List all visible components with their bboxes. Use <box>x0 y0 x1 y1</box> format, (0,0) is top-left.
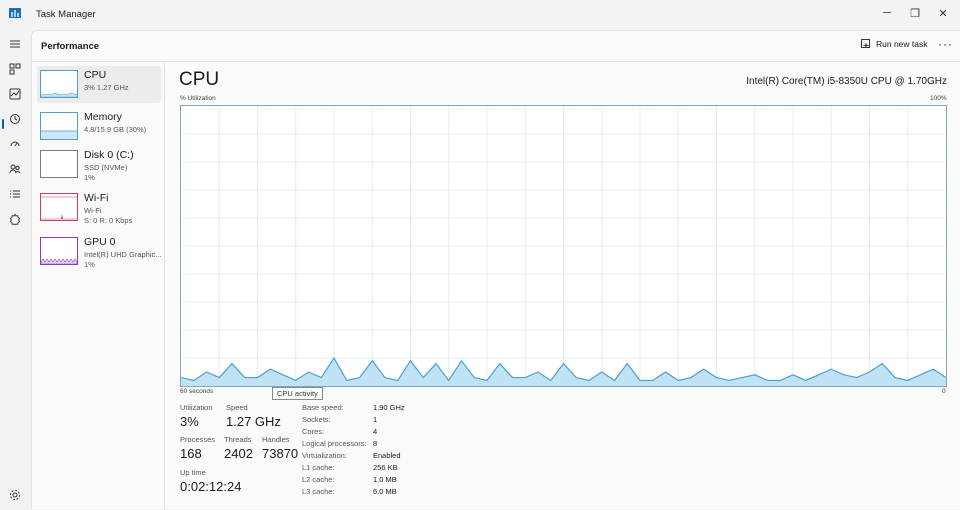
spec-key: L3 cache: <box>302 487 335 496</box>
nav-performance[interactable] <box>5 85 25 103</box>
cpu-thumbnail <box>40 70 78 98</box>
processes-value: 168 <box>180 446 202 461</box>
spec-key: Sockets: <box>302 415 331 424</box>
device-detail: Wi-Fi <box>84 206 102 215</box>
details-icon <box>10 190 20 198</box>
device-item-gpu[interactable]: GPU 0 Intel(R) UHD Graphic... 1% <box>37 233 162 270</box>
nav-services[interactable] <box>5 210 25 228</box>
restore-icon: ❐ <box>910 7 920 20</box>
spec-key: Logical processors: <box>302 439 367 448</box>
nav-app-history[interactable] <box>5 110 25 128</box>
memory-thumbnail <box>40 112 78 140</box>
device-detail: 1% <box>84 173 95 182</box>
spec-key: Base speed: <box>302 403 344 412</box>
speed-value: 1.27 GHz <box>226 414 281 429</box>
title-bar: Task Manager ─ ❐ ✕ <box>0 0 960 30</box>
spec-value: 256 KB <box>373 463 398 472</box>
uptime-value: 0:02:12:24 <box>180 479 242 494</box>
device-detail: 4.8/15.9 GB (30%) <box>84 125 147 134</box>
device-item-wifi[interactable]: Wi-Fi Wi-Fi S: 0 R: 0 Kbps <box>37 189 161 226</box>
nav-details[interactable] <box>5 185 25 203</box>
y-axis-max: 100% <box>930 95 947 102</box>
menu-icon <box>10 40 20 48</box>
spec-value: 6.0 MB <box>373 487 397 496</box>
disk-thumbnail <box>40 150 78 178</box>
cpu-utilization-graph[interactable] <box>180 105 947 387</box>
minimize-button[interactable]: ─ <box>875 4 899 22</box>
settings-icon[interactable] <box>9 489 21 501</box>
device-item-memory[interactable]: Memory 4.8/15.9 GB (30%) <box>37 108 161 145</box>
device-name: GPU 0 <box>84 236 116 248</box>
spec-key: L2 cache: <box>302 475 335 484</box>
spec-value: 1 <box>373 415 378 424</box>
page-title: Performance <box>41 41 100 52</box>
device-name: CPU <box>84 69 107 81</box>
nav-processes[interactable] <box>5 60 25 78</box>
cpu-heading: CPU <box>179 69 220 90</box>
utilization-label: Utilization <box>180 403 213 412</box>
startup-apps-icon <box>10 141 20 147</box>
x-axis-right-label: 0 <box>942 388 946 395</box>
menu-button[interactable] <box>5 35 25 53</box>
spec-key: Virtualization: <box>302 451 347 460</box>
minimize-icon: ─ <box>883 7 891 19</box>
speed-label: Speed <box>226 403 248 412</box>
services-icon <box>9 213 21 225</box>
performance-icon <box>9 88 21 100</box>
cpu-model: Intel(R) Core(TM) i5-8350U CPU @ 1.70GHz <box>746 76 947 87</box>
gpu-thumbnail <box>40 237 78 265</box>
close-button[interactable]: ✕ <box>931 4 955 22</box>
handles-label: Handles <box>262 435 290 444</box>
threads-label: Threads <box>224 435 252 444</box>
main-content: Performance Run new task ··· CPU 3% 1.27… <box>31 30 960 510</box>
app-history-icon <box>10 114 20 124</box>
more-options-button[interactable]: ··· <box>938 37 953 51</box>
spec-value: Enabled <box>373 451 401 460</box>
device-name: Memory <box>84 111 122 123</box>
device-name: Disk 0 (C:) <box>84 149 134 161</box>
nav-selection-indicator <box>2 119 4 129</box>
cpu-panel: CPU Intel(R) Core(TM) i5-8350U CPU @ 1.7… <box>165 62 960 510</box>
threads-value: 2402 <box>224 446 253 461</box>
run-new-task-button[interactable]: Run new task <box>861 39 928 49</box>
device-detail: 1% <box>84 260 95 269</box>
window-title: Task Manager <box>36 9 96 20</box>
users-icon <box>9 164 21 174</box>
device-detail: SSD (NVMe) <box>84 163 128 172</box>
task-manager-icon <box>9 8 21 18</box>
spec-value: 8 <box>373 439 378 448</box>
processes-label: Processes <box>180 435 216 444</box>
y-axis-label: % Utilization <box>180 95 216 102</box>
run-new-task-label: Run new task <box>876 39 928 49</box>
processes-icon <box>9 63 21 75</box>
nav-rail <box>0 30 31 509</box>
close-icon: ✕ <box>938 7 948 20</box>
run-task-icon <box>861 39 870 48</box>
nav-users[interactable] <box>5 160 25 178</box>
device-detail: 3% 1.27 GHz <box>84 83 129 92</box>
spec-value: 1.0 MB <box>373 475 397 484</box>
x-axis-left-label: 60 seconds <box>180 388 214 395</box>
wifi-thumbnail <box>40 193 78 221</box>
handles-value: 73870 <box>262 446 299 461</box>
device-list: CPU 3% 1.27 GHz Memory 4.8/15.9 GB (30%)… <box>32 62 165 510</box>
spec-value: 1.90 GHz <box>373 403 405 412</box>
device-item-disk[interactable]: Disk 0 (C:) SSD (NVMe) 1% <box>37 146 161 183</box>
device-detail: Intel(R) UHD Graphic... <box>84 250 162 259</box>
uptime-label: Up time <box>180 468 206 477</box>
spec-key: Cores: <box>302 427 325 436</box>
device-item-cpu[interactable]: CPU 3% 1.27 GHz <box>37 66 161 103</box>
nav-startup-apps[interactable] <box>5 135 25 153</box>
device-detail: S: 0 R: 0 Kbps <box>84 216 133 225</box>
cpu-activity-tooltip: CPU activity <box>272 387 323 400</box>
device-name: Wi-Fi <box>84 192 109 204</box>
utilization-value: 3% <box>180 414 199 429</box>
maximize-button[interactable]: ❐ <box>903 4 927 22</box>
spec-key: L1 cache: <box>302 463 335 472</box>
spec-value: 4 <box>373 427 378 436</box>
